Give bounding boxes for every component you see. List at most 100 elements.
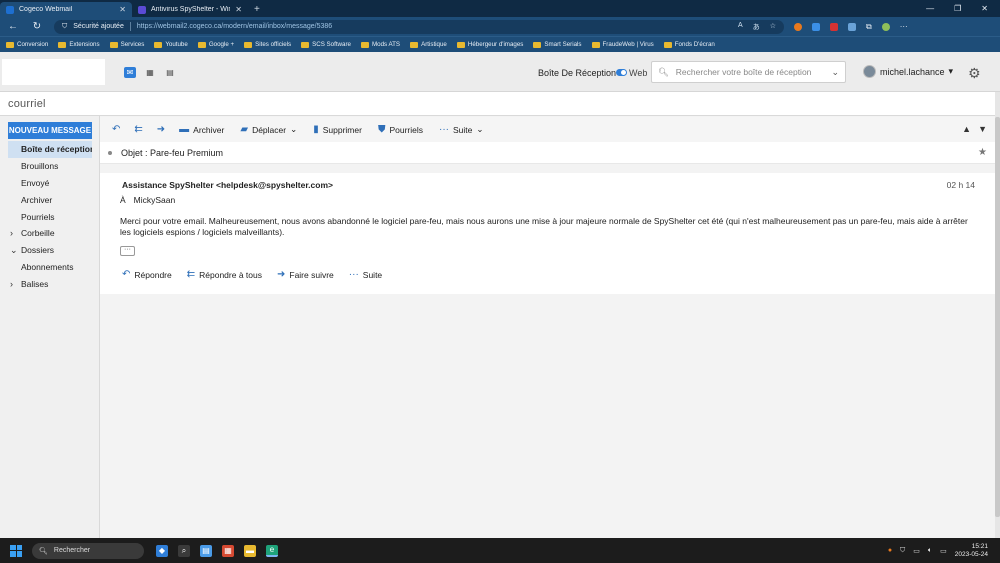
star-icon[interactable]: ★ (978, 147, 987, 158)
menu-dots-icon[interactable]: ··· (900, 22, 908, 31)
back-arrow-icon[interactable]: ← (6, 21, 20, 32)
widgets-icon[interactable]: ◆ (156, 544, 168, 557)
bookmark-item[interactable]: Hébergeur d'images (456, 41, 523, 48)
reply-icon: ↶ (112, 124, 121, 135)
search-scope-toggle[interactable] (616, 69, 627, 76)
spam-button[interactable]: ⛊ Pourriels (378, 124, 423, 135)
windows-start-icon[interactable] (10, 544, 22, 557)
mail-icon[interactable]: ✉ (124, 67, 136, 78)
chevron-down-icon[interactable]: ⌄ (831, 67, 839, 78)
folder-icon (109, 41, 118, 48)
folder-icon (6, 41, 14, 48)
reply-button[interactable]: ↶ (112, 124, 120, 135)
new-message-button[interactable]: NOUVEAU MESSAGE (8, 122, 92, 139)
scrollbar-thumb[interactable] (995, 117, 1000, 517)
translate-icon[interactable]: あ (753, 22, 760, 32)
move-button[interactable]: ▰ Déplacer ⌄ (240, 124, 297, 135)
extension-blue-icon[interactable] (812, 22, 820, 31)
bookmark-item[interactable]: Conversion (6, 41, 48, 48)
read-aloud-icon[interactable]: A (738, 22, 743, 32)
arrow-down-icon[interactable]: ▼ (978, 124, 987, 134)
sidebar-item-spam[interactable]: Pourriels (0, 208, 100, 225)
sidebar-item-trash[interactable]: › Corbeille (0, 225, 100, 242)
message-actions: ↶ Répondre ⇇ Répondre à tous ➜ Faire suivre… (122, 269, 382, 280)
sidebar-item-subscriptions[interactable]: Abonnements (0, 259, 100, 276)
clock[interactable]: 15:21 2023-05-24 (955, 543, 988, 559)
sidebar-item-inbox[interactable]: Boîte de réception (8, 141, 92, 158)
extensions-puzzle-icon[interactable]: ⧉ (866, 22, 872, 32)
office-icon[interactable]: ▦ (222, 544, 234, 557)
gear-icon[interactable]: ⚙ (968, 65, 981, 82)
bookmark-item[interactable]: Google + (197, 41, 234, 48)
profile-icon[interactable] (881, 22, 890, 31)
more-button[interactable]: ··· Suite ⌄ (439, 124, 484, 135)
bookmark-item[interactable]: Artistique (410, 41, 447, 48)
chevron-right-icon[interactable]: › (10, 228, 21, 238)
close-tab-icon[interactable]: ✕ (235, 5, 242, 14)
tab-spyshelter[interactable]: Antivirus SpyShelter - Windows ✕ (132, 2, 248, 17)
folder-icon (410, 41, 419, 48)
edge-browser-icon[interactable]: e (266, 544, 278, 557)
archive-button[interactable]: ▬ Archiver (179, 124, 224, 135)
scrollbar[interactable] (995, 92, 1000, 538)
tab-cogeco-webmail[interactable]: Cogeco Webmail ✕ (0, 2, 132, 17)
contacts-icon[interactable]: ▤ (164, 67, 176, 78)
security-label: Sécurité ajoutée (73, 23, 124, 30)
extension-grid-icon[interactable] (848, 22, 856, 31)
new-tab-button[interactable]: + (248, 2, 266, 17)
bookmark-item[interactable]: Services (109, 41, 144, 48)
show-quoted-button[interactable]: ··· (120, 246, 135, 256)
reply-action-button[interactable]: ↶ Répondre (122, 269, 172, 280)
sidebar-item-drafts[interactable]: Brouillons (0, 158, 100, 175)
bookmarks-bar: Conversion Extensions Services Youtube G… (0, 36, 1000, 52)
bookmark-item[interactable]: FraudeWeb | Virus (591, 41, 654, 48)
search-placeholder: Rechercher votre boîte de réception (675, 67, 812, 77)
forward-button[interactable]: ➜ (157, 124, 165, 135)
message-subject: Objet : Pare-feu Premium (121, 147, 224, 158)
bookmark-item[interactable]: Smart Serials (533, 41, 582, 48)
sidebar-item-archive[interactable]: Archiver (0, 191, 100, 208)
favorite-star-icon[interactable]: ☆ (770, 22, 776, 32)
to-label: À (120, 195, 126, 205)
sidebar-item-tags[interactable]: › Balises (0, 275, 100, 292)
battery-icon[interactable]: ▭ (940, 547, 947, 555)
bookmark-item[interactable]: SCS Software (301, 41, 351, 48)
forward-action-button[interactable]: ➜ Faire suivre (277, 269, 334, 280)
arrow-up-icon[interactable]: ▲ (962, 124, 971, 134)
bookmark-item[interactable]: Youtube (154, 41, 188, 48)
calendar-icon[interactable]: ▦ (144, 67, 156, 78)
bookmark-item[interactable]: Extensions (58, 41, 100, 48)
taskbar-search[interactable]: 🔍︎ Rechercher (32, 542, 144, 559)
bookmark-item[interactable]: Fonds D'écran (663, 41, 715, 48)
restore-icon[interactable]: ❐ (954, 4, 961, 13)
user-menu[interactable]: michel.lachance ▾ (863, 65, 953, 78)
close-window-icon[interactable]: ✕ (981, 4, 988, 13)
chevron-right-icon[interactable]: › (10, 279, 21, 289)
sidebar-item-folders[interactable]: ⌄ Dossiers (0, 242, 100, 259)
delete-button[interactable]: ▮ Supprimer (313, 124, 362, 135)
sidebar-item-sent[interactable]: Envoyé (0, 175, 100, 192)
bookmark-item[interactable]: Sites officiels (244, 41, 291, 48)
chevron-down-icon: ⌄ (476, 124, 484, 134)
network-icon[interactable]: ▭ (913, 547, 920, 555)
extension-orange-icon[interactable] (794, 22, 802, 31)
search-app-icon[interactable]: ⌕ (178, 544, 190, 557)
trash-icon: ▮ (313, 124, 319, 135)
tray-app-icon[interactable]: ● (888, 547, 892, 554)
notepad-icon[interactable]: ▤ (200, 544, 212, 557)
more-action-button[interactable]: ··· Suite (349, 269, 382, 280)
minimize-icon[interactable]: — (926, 4, 934, 13)
refresh-icon[interactable]: ↻ (30, 21, 44, 32)
reply-all-icon: ⇇ (186, 269, 196, 280)
url-field[interactable]: ⛉ Sécurité ajoutée https://webmail2.coge… (54, 19, 784, 34)
file-explorer-icon[interactable]: ▬ (244, 544, 256, 557)
tray-shield-icon[interactable]: ⛉ (900, 547, 905, 555)
search-input[interactable]: 🔍︎ Rechercher votre boîte de réception ⌄ (651, 61, 846, 83)
chevron-down-icon[interactable]: ⌄ (10, 245, 21, 256)
reply-all-action-button[interactable]: ⇇ Répondre à tous (187, 269, 262, 280)
reply-all-button[interactable]: ⇇ (134, 124, 142, 135)
extension-red-icon[interactable] (830, 22, 838, 31)
bookmark-item[interactable]: Mods ATS (360, 41, 400, 48)
close-tab-icon[interactable]: ✕ (119, 5, 126, 14)
volume-icon[interactable]: 🔈︎ (928, 547, 932, 555)
